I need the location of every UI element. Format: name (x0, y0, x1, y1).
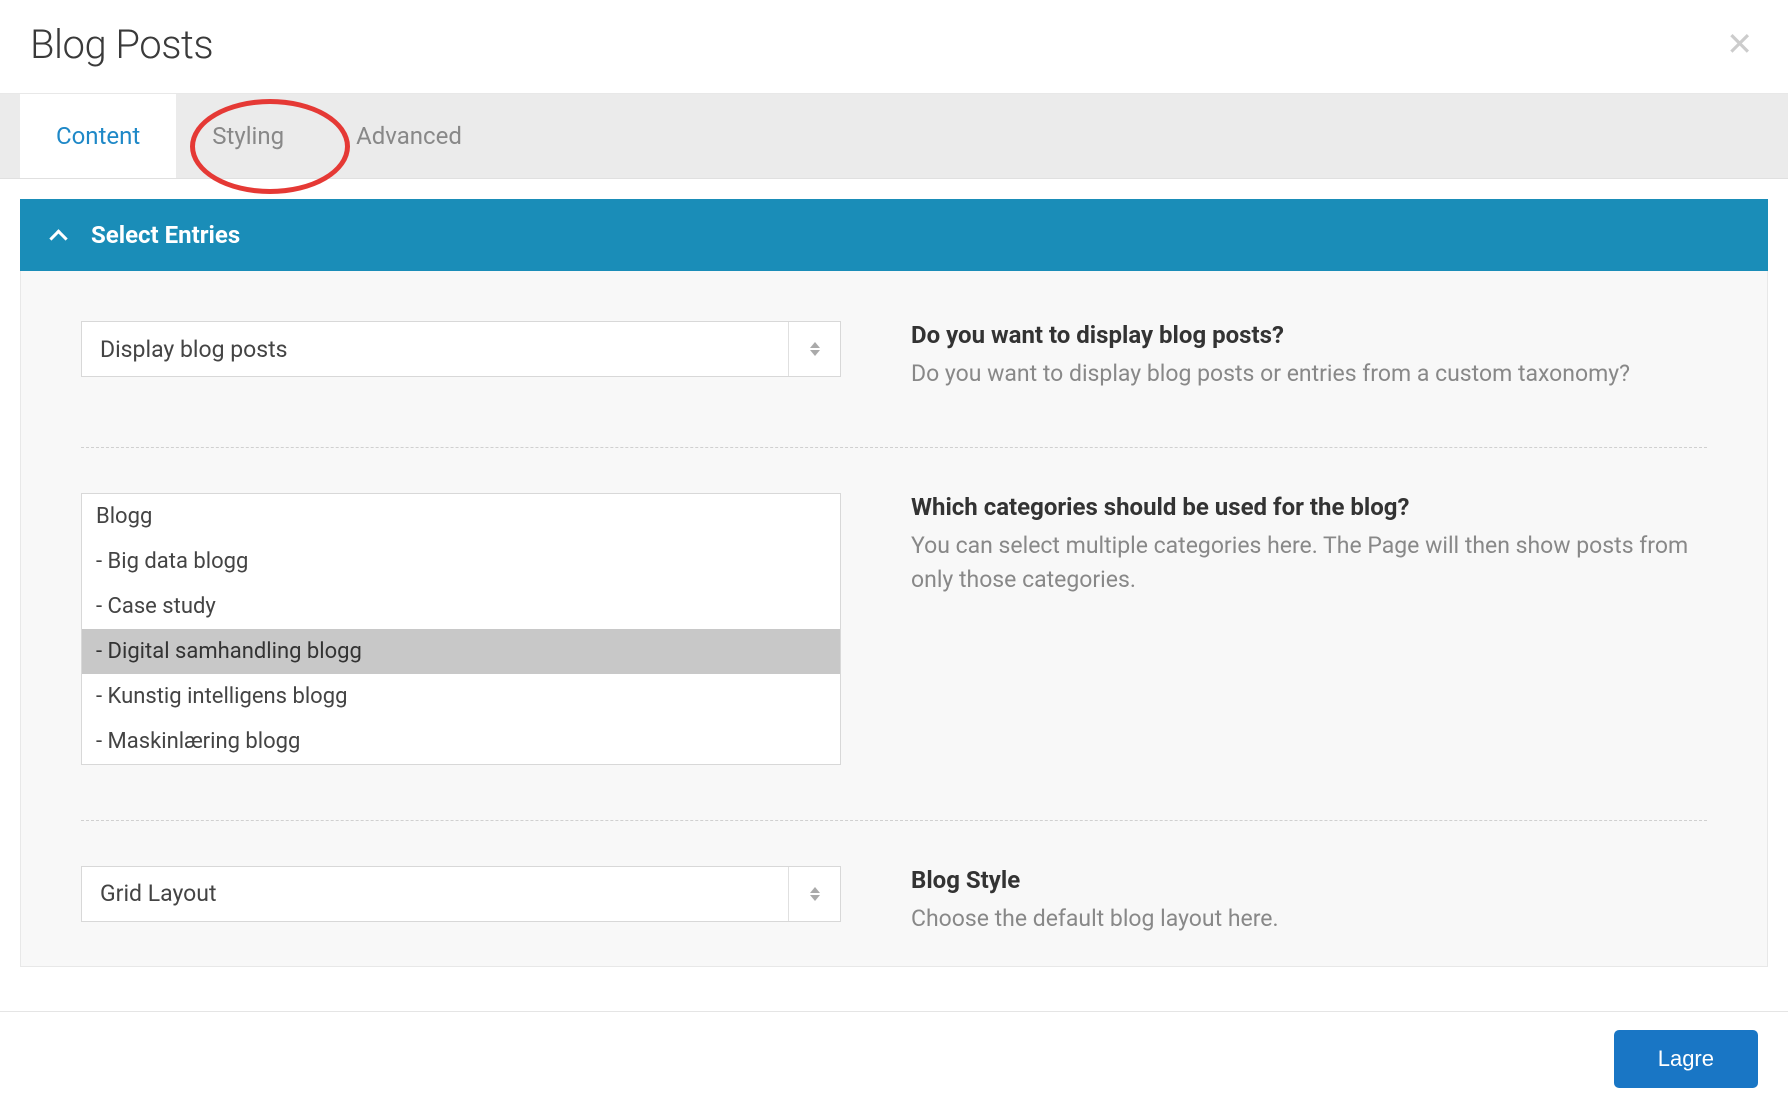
field-control: Blogg - Big data blogg - Case study - Di… (81, 493, 841, 765)
field-label: Blog Style (911, 866, 1707, 894)
field-label: Which categories should be used for the … (911, 493, 1707, 521)
select-value: Grid Layout (82, 880, 788, 907)
chevron-up-icon (50, 227, 66, 243)
field-info: Blog Style Choose the default blog layou… (911, 866, 1707, 937)
close-icon[interactable]: ✕ (1721, 20, 1758, 68)
category-option[interactable]: - Kunstig intelligens blogg (82, 674, 840, 719)
categories-multiselect[interactable]: Blogg - Big data blogg - Case study - Di… (81, 493, 841, 765)
accordion-title: Select Entries (91, 221, 240, 249)
chevron-updown-icon (810, 887, 820, 901)
category-option[interactable]: - Maskinlæring blogg (82, 719, 840, 764)
modal-footer: Lagre (0, 1011, 1788, 1106)
modal-header: Blog Posts ✕ (0, 0, 1788, 94)
accordion-body: Display blog posts Do you want to displa… (20, 271, 1768, 967)
field-control: Grid Layout (81, 866, 841, 937)
content-area: Select Entries Display blog posts Do you… (0, 179, 1788, 987)
display-posts-select[interactable]: Display blog posts (81, 321, 841, 377)
tab-advanced[interactable]: Advanced (320, 94, 498, 178)
field-row-layout: Grid Layout Blog Style Choose the defaul… (81, 866, 1707, 937)
select-value: Display blog posts (82, 336, 788, 363)
blog-style-select[interactable]: Grid Layout (81, 866, 841, 922)
select-handle (788, 867, 840, 921)
tab-content[interactable]: Content (20, 94, 176, 178)
category-option-selected[interactable]: - Digital samhandling blogg (82, 629, 840, 674)
category-option[interactable]: - Big data blogg (82, 539, 840, 584)
field-label: Do you want to display blog posts? (911, 321, 1707, 349)
field-description: Do you want to display blog posts or ent… (911, 357, 1707, 392)
field-control: Display blog posts (81, 321, 841, 392)
field-description: You can select multiple categories here.… (911, 529, 1707, 598)
category-option[interactable]: Blogg (82, 494, 840, 539)
field-row-display: Display blog posts Do you want to displa… (81, 321, 1707, 448)
field-info: Which categories should be used for the … (911, 493, 1707, 765)
save-button[interactable]: Lagre (1614, 1030, 1758, 1088)
field-row-categories: Blogg - Big data blogg - Case study - Di… (81, 493, 1707, 821)
field-description: Choose the default blog layout here. (911, 902, 1707, 937)
accordion-header-select-entries[interactable]: Select Entries (20, 199, 1768, 271)
category-option[interactable]: - Case study (82, 584, 840, 629)
tab-styling[interactable]: Styling (176, 94, 320, 178)
select-handle (788, 322, 840, 376)
chevron-updown-icon (810, 342, 820, 356)
modal-title: Blog Posts (30, 21, 213, 68)
tabs-bar: Content Styling Advanced (0, 94, 1788, 179)
field-info: Do you want to display blog posts? Do yo… (911, 321, 1707, 392)
